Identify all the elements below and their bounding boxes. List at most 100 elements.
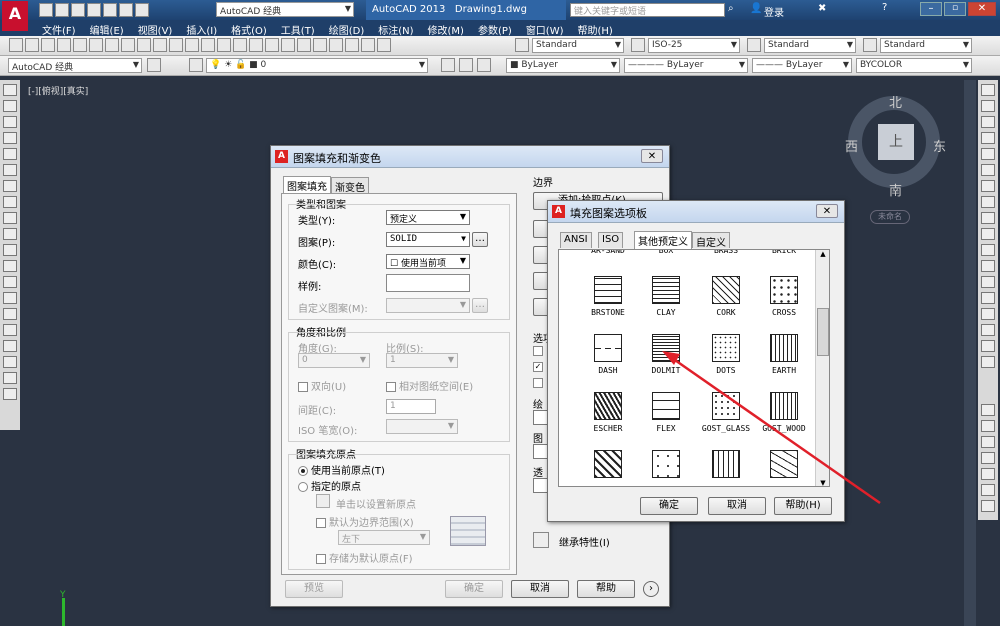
palette-tab-1[interactable]: ISO (598, 232, 624, 248)
saveas-icon[interactable] (87, 3, 101, 17)
workspace-select[interactable]: AutoCAD 经典 ▼ (8, 58, 142, 73)
pattern-tile[interactable]: CLAY (637, 276, 695, 317)
pattern-tile[interactable] (579, 450, 637, 482)
draw-tool-icon[interactable] (3, 164, 17, 176)
pattern-browse-button[interactable]: … (472, 232, 488, 247)
draw-tool-icon[interactable] (3, 212, 17, 224)
plotstyle-select[interactable]: BYCOLOR ▼ (856, 58, 972, 73)
pattern-tile[interactable]: EARTH (755, 334, 813, 375)
scale-select[interactable]: 1 ▼ (386, 353, 458, 368)
draw-tool-icon[interactable] (3, 148, 17, 160)
minimize-button[interactable]: – (920, 2, 942, 16)
pattern-tile[interactable]: FLEX (637, 392, 695, 433)
annotative-checkbox[interactable] (533, 346, 546, 357)
properties-icon[interactable] (281, 38, 295, 52)
modify-tool-icon[interactable] (981, 212, 995, 224)
modify2-tool-icon[interactable] (981, 420, 995, 432)
close-icon[interactable]: ✕ (816, 204, 838, 218)
modify-tool-icon[interactable] (981, 84, 995, 96)
modify-tool-icon[interactable] (981, 164, 995, 176)
pattern-tile[interactable]: GOST_GLASS (697, 392, 755, 433)
draw-tool-icon[interactable] (3, 228, 17, 240)
mleader-style-icon[interactable] (863, 38, 877, 52)
menu-item-1[interactable]: 编辑(E) (90, 22, 124, 37)
modify-tool-icon[interactable] (981, 356, 995, 368)
modify-tool-icon[interactable] (981, 276, 995, 288)
search-input[interactable]: 键入关键字或短语 (570, 3, 725, 17)
tab-hatch[interactable]: 图案填充 (283, 176, 331, 194)
pattern-tile[interactable]: GOST_WOOD (755, 392, 813, 433)
zoom-realtime-icon[interactable] (233, 38, 247, 52)
compass-east[interactable]: 东 (933, 136, 946, 155)
calculator-icon[interactable] (361, 38, 375, 52)
new-icon[interactable] (39, 3, 53, 17)
draw-tool-icon[interactable] (3, 324, 17, 336)
pattern-swatch[interactable] (386, 274, 470, 292)
draw-tool-icon[interactable] (3, 388, 17, 400)
menu-item-2[interactable]: 视图(V) (138, 22, 173, 37)
pattern-name[interactable]: BRASS (697, 250, 755, 255)
save-icon[interactable] (71, 3, 85, 17)
save-icon[interactable] (41, 38, 55, 52)
draw-tool-icon[interactable] (3, 356, 17, 368)
workspace-switcher[interactable]: AutoCAD 经典 ▼ (216, 2, 354, 17)
custom-pattern-select[interactable]: ▼ (386, 298, 470, 313)
menu-item-0[interactable]: 文件(F) (42, 22, 76, 37)
workspace-settings-icon[interactable] (147, 58, 161, 72)
menu-item-11[interactable]: 帮助(H) (578, 22, 613, 37)
pattern-tile[interactable] (755, 450, 813, 482)
pattern-tile[interactable]: CROSS (755, 276, 813, 317)
modify-tool-icon[interactable] (981, 260, 995, 272)
draw-tool-icon[interactable] (3, 84, 17, 96)
ok-button[interactable]: 确定 (445, 580, 503, 598)
modify-tool-icon[interactable] (981, 100, 995, 112)
spacing-input[interactable]: 1 (386, 399, 436, 414)
zoom-previous-icon[interactable] (265, 38, 279, 52)
layer-state-icon[interactable] (477, 58, 491, 72)
pattern-tile[interactable]: DOLMIT (637, 334, 695, 375)
pan-icon[interactable] (217, 38, 231, 52)
undo-icon[interactable] (185, 38, 199, 52)
tool-palettes-icon[interactable] (313, 38, 327, 52)
close-icon[interactable]: ✕ (641, 149, 663, 163)
modify-tool-icon[interactable] (981, 196, 995, 208)
modify2-tool-icon[interactable] (981, 468, 995, 480)
menu-item-8[interactable]: 修改(M) (428, 22, 464, 37)
modify2-tool-icon[interactable] (981, 452, 995, 464)
layer-properties-icon[interactable] (189, 58, 203, 72)
design-center-icon[interactable] (297, 38, 311, 52)
new-icon[interactable] (9, 38, 23, 52)
open-icon[interactable] (55, 3, 69, 17)
exchange-icon[interactable]: ✖ (818, 3, 826, 14)
palette-tab-0[interactable]: ANSI (560, 232, 592, 248)
type-select[interactable]: 预定义 ▼ (386, 210, 470, 225)
layer-previous-icon[interactable] (459, 58, 473, 72)
pattern-select[interactable]: SOLID ▼ (386, 232, 470, 247)
menu-item-3[interactable]: 插入(I) (186, 22, 217, 37)
palette-ok-button[interactable]: 确定 (640, 497, 698, 515)
modify-tool-icon[interactable] (981, 116, 995, 128)
publish-icon[interactable] (89, 38, 103, 52)
modify-tool-icon[interactable] (981, 132, 995, 144)
preview-icon[interactable] (73, 38, 87, 52)
modify-tool-icon[interactable] (981, 180, 995, 192)
menu-item-6[interactable]: 绘图(D) (329, 22, 365, 37)
pattern-tile[interactable] (697, 450, 755, 482)
separate-checkbox[interactable] (533, 378, 546, 389)
modify-tool-icon[interactable] (981, 324, 995, 336)
draw-tool-icon[interactable] (3, 260, 17, 272)
zoom-window-icon[interactable] (249, 38, 263, 52)
table-style-select[interactable]: Standard ▼ (764, 38, 856, 53)
palette-tab-2[interactable]: 其他预定义 (634, 231, 692, 249)
lineweight-select[interactable]: ——— ByLayer ▼ (752, 58, 852, 73)
color-select[interactable]: ■ ByLayer ▼ (506, 58, 620, 73)
draw-tool-icon[interactable] (3, 132, 17, 144)
modify-tool-icon[interactable] (981, 148, 995, 160)
modify-tool-icon[interactable] (981, 340, 995, 352)
modify-tool-icon[interactable] (981, 308, 995, 320)
draw-tool-icon[interactable] (3, 292, 17, 304)
custom-browse-button[interactable]: … (472, 298, 488, 313)
pattern-tile[interactable]: DOTS (697, 334, 755, 375)
redo-icon[interactable] (135, 3, 149, 17)
dim-style-select[interactable]: ISO-25 ▼ (648, 38, 740, 53)
